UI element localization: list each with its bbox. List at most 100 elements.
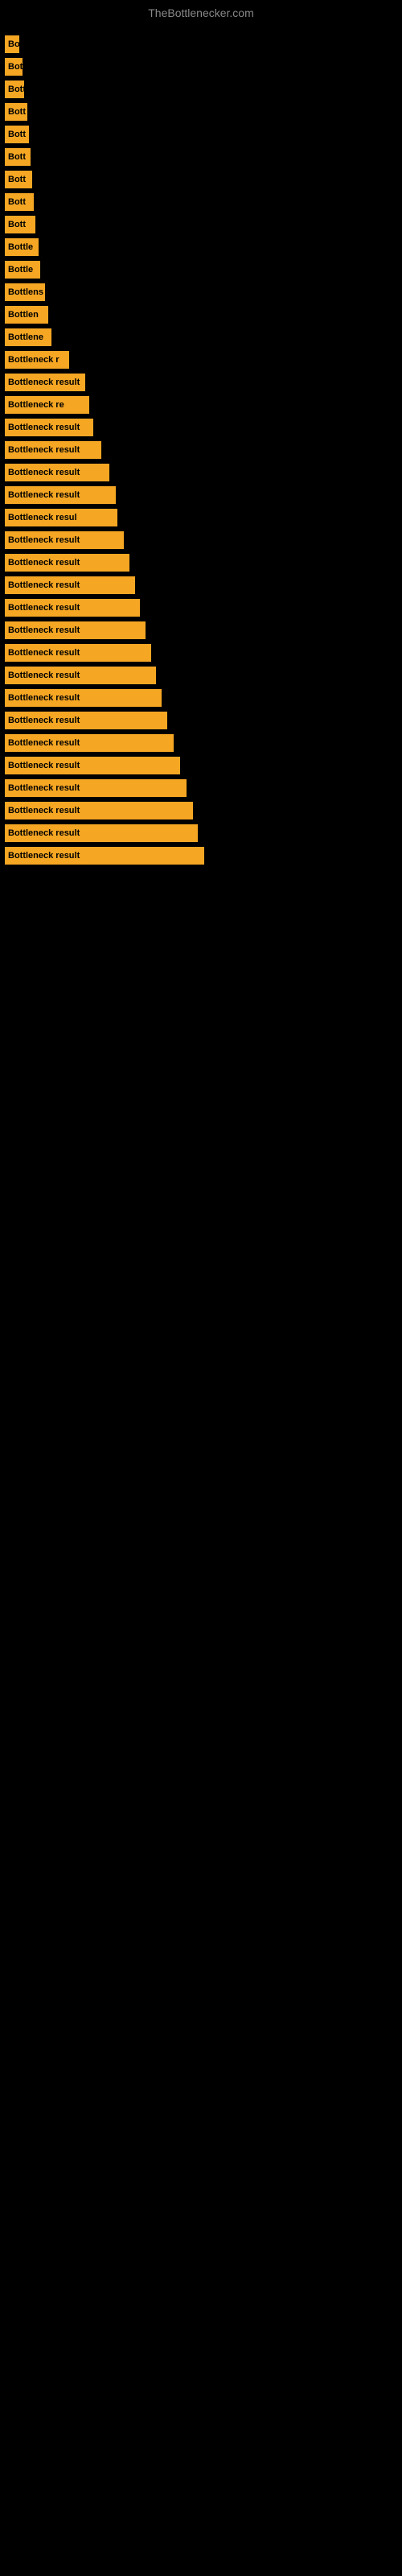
bar-row: Bottleneck r	[2, 351, 400, 369]
bar-label-0: Bo	[5, 39, 23, 49]
bar-36: Bottleneck result	[5, 847, 204, 865]
bar-26: Bottleneck result	[5, 621, 146, 639]
bar-label-6: Bott	[5, 175, 29, 184]
bar-row: Bottleneck result	[2, 486, 400, 504]
bar-row: Bottleneck result	[2, 712, 400, 729]
bar-9: Bottle	[5, 238, 39, 256]
bar-row: Bottleneck result	[2, 779, 400, 797]
bar-label-34: Bottleneck result	[5, 806, 83, 815]
bar-row: Bott	[2, 148, 400, 166]
bar-5: Bott	[5, 148, 31, 166]
bar-row: Bottleneck result	[2, 576, 400, 594]
bar-34: Bottleneck result	[5, 802, 193, 819]
bar-label-5: Bott	[5, 152, 29, 162]
bar-label-13: Bottlene	[5, 332, 47, 342]
bar-row: Bott	[2, 58, 400, 76]
bar-3: Bott	[5, 103, 27, 121]
bar-label-35: Bottleneck result	[5, 828, 83, 838]
bar-label-19: Bottleneck result	[5, 468, 83, 477]
bar-row: Bott	[2, 193, 400, 211]
bar-row: Bottleneck re	[2, 396, 400, 414]
bar-row: Bottleneck result	[2, 554, 400, 572]
bar-28: Bottleneck result	[5, 667, 156, 684]
bar-label-20: Bottleneck result	[5, 490, 83, 500]
bar-row: Bottleneck result	[2, 734, 400, 752]
bar-row: Bo	[2, 35, 400, 53]
bar-label-12: Bottlen	[5, 310, 42, 320]
bar-29: Bottleneck result	[5, 689, 162, 707]
bar-row: Bott	[2, 216, 400, 233]
bar-row: Bottleneck result	[2, 419, 400, 436]
bar-row: Bott	[2, 103, 400, 121]
bar-label-26: Bottleneck result	[5, 625, 83, 635]
bar-17: Bottleneck result	[5, 419, 93, 436]
bar-label-23: Bottleneck result	[5, 558, 83, 568]
bar-25: Bottleneck result	[5, 599, 140, 617]
bar-27: Bottleneck result	[5, 644, 151, 662]
bar-label-4: Bott	[5, 130, 29, 139]
bar-10: Bottle	[5, 261, 40, 279]
bar-22: Bottleneck result	[5, 531, 124, 549]
bar-row: Bottleneck result	[2, 621, 400, 639]
bar-label-31: Bottleneck result	[5, 738, 83, 748]
bar-row: Bottleneck result	[2, 802, 400, 819]
bar-18: Bottleneck result	[5, 441, 101, 459]
bar-row: Bottleneck result	[2, 599, 400, 617]
bar-row: Bottlene	[2, 328, 400, 346]
bar-2: Bott	[5, 80, 24, 98]
bar-label-7: Bott	[5, 197, 29, 207]
bar-row: Bottleneck result	[2, 847, 400, 865]
bar-label-25: Bottleneck result	[5, 603, 83, 613]
chart-area: BoBottBottBottBottBottBottBottBottBottle…	[0, 23, 402, 877]
bar-label-9: Bottle	[5, 242, 36, 252]
bar-21: Bottleneck resul	[5, 509, 117, 526]
bar-row: Bottleneck result	[2, 757, 400, 774]
bar-row: Bott	[2, 80, 400, 98]
bar-19: Bottleneck result	[5, 464, 109, 481]
bar-label-22: Bottleneck result	[5, 535, 83, 545]
bar-label-36: Bottleneck result	[5, 851, 83, 861]
bar-row: Bottleneck result	[2, 464, 400, 481]
bar-label-18: Bottleneck result	[5, 445, 83, 455]
bar-row: Bottleneck result	[2, 374, 400, 391]
site-title: TheBottlenecker.com	[0, 0, 402, 23]
bar-30: Bottleneck result	[5, 712, 167, 729]
bar-label-3: Bott	[5, 107, 29, 117]
bar-label-29: Bottleneck result	[5, 693, 83, 703]
bar-label-24: Bottleneck result	[5, 580, 83, 590]
bar-15: Bottleneck result	[5, 374, 85, 391]
bar-16: Bottleneck re	[5, 396, 89, 414]
bar-8: Bott	[5, 216, 35, 233]
bar-0: Bo	[5, 35, 19, 53]
bar-32: Bottleneck result	[5, 757, 180, 774]
bar-label-15: Bottleneck result	[5, 378, 83, 387]
bar-label-32: Bottleneck result	[5, 761, 83, 770]
bar-1: Bott	[5, 58, 23, 76]
bar-12: Bottlen	[5, 306, 48, 324]
bar-row: Bottleneck result	[2, 689, 400, 707]
bar-label-11: Bottlens	[5, 287, 47, 297]
bar-row: Bottleneck result	[2, 644, 400, 662]
bar-row: Bottle	[2, 238, 400, 256]
bar-label-8: Bott	[5, 220, 29, 229]
bar-row: Bott	[2, 126, 400, 143]
bar-20: Bottleneck result	[5, 486, 116, 504]
bar-row: Bottleneck result	[2, 667, 400, 684]
bar-label-17: Bottleneck result	[5, 423, 83, 432]
bar-row: Bott	[2, 171, 400, 188]
bar-label-27: Bottleneck result	[5, 648, 83, 658]
bar-6: Bott	[5, 171, 32, 188]
bar-24: Bottleneck result	[5, 576, 135, 594]
bar-row: Bottlens	[2, 283, 400, 301]
bar-11: Bottlens	[5, 283, 45, 301]
bar-label-16: Bottleneck re	[5, 400, 68, 410]
bar-row: Bottleneck resul	[2, 509, 400, 526]
bar-4: Bott	[5, 126, 29, 143]
bar-label-21: Bottleneck resul	[5, 513, 80, 522]
bar-label-14: Bottleneck r	[5, 355, 63, 365]
bar-label-30: Bottleneck result	[5, 716, 83, 725]
bar-label-2: Bott	[5, 85, 29, 94]
bar-label-33: Bottleneck result	[5, 783, 83, 793]
bar-row: Bottle	[2, 261, 400, 279]
bar-13: Bottlene	[5, 328, 51, 346]
